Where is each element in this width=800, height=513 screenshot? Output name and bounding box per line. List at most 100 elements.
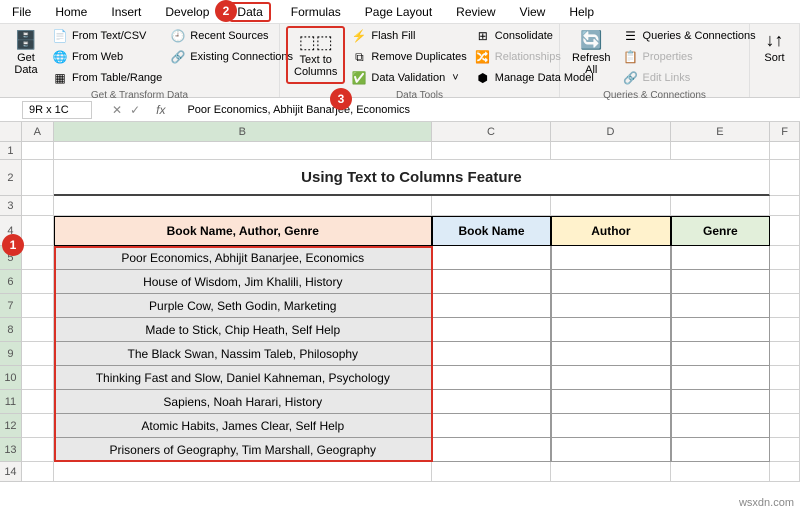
cell-f5[interactable] [770, 246, 800, 270]
from-table-range-button[interactable]: ▦From Table/Range [50, 68, 164, 88]
cell-e3[interactable] [671, 196, 771, 216]
remove-duplicates-button[interactable]: ⧉Remove Duplicates [349, 47, 468, 67]
menu-formulas[interactable]: Formulas [287, 3, 345, 21]
cell-e7[interactable] [671, 294, 771, 318]
row-num-12[interactable]: 12 [0, 414, 22, 438]
cell-c13[interactable] [432, 438, 551, 462]
row-num-7[interactable]: 7 [0, 294, 22, 318]
cell-b1[interactable] [54, 142, 432, 160]
row-num-14[interactable]: 14 [0, 462, 22, 482]
row-num-8[interactable]: 8 [0, 318, 22, 342]
cell-f10[interactable] [770, 366, 800, 390]
header-genre[interactable]: Genre [671, 216, 771, 246]
cell-d6[interactable] [551, 270, 670, 294]
cell-e1[interactable] [671, 142, 771, 160]
refresh-all-button[interactable]: 🔄 Refresh All [566, 26, 617, 80]
row-num-11[interactable]: 11 [0, 390, 22, 414]
cell-f2[interactable] [770, 160, 800, 196]
cell-d7[interactable] [551, 294, 670, 318]
data-cell-b7[interactable]: Purple Cow, Seth Godin, Marketing [54, 294, 432, 318]
cell-d3[interactable] [551, 196, 670, 216]
cell-f11[interactable] [770, 390, 800, 414]
col-header-b[interactable]: B [54, 122, 432, 141]
text-to-columns-button[interactable]: ⬚⬚ Text to Columns [286, 26, 345, 84]
cell-c9[interactable] [432, 342, 551, 366]
properties-button[interactable]: 📋Properties [621, 47, 758, 67]
cell-b14[interactable] [54, 462, 432, 482]
cell-c3[interactable] [432, 196, 551, 216]
cell-e9[interactable] [671, 342, 771, 366]
cell-c6[interactable] [432, 270, 551, 294]
cell-a3[interactable] [22, 196, 54, 216]
row-num-3[interactable]: 3 [0, 196, 22, 216]
header-author[interactable]: Author [551, 216, 670, 246]
cell-e13[interactable] [671, 438, 771, 462]
cell-a14[interactable] [22, 462, 54, 482]
queries-connections-button[interactable]: ☰Queries & Connections [621, 26, 758, 46]
cell-d10[interactable] [551, 366, 670, 390]
header-book-name[interactable]: Book Name [432, 216, 551, 246]
cell-c14[interactable] [432, 462, 551, 482]
cell-e6[interactable] [671, 270, 771, 294]
cell-c5[interactable] [432, 246, 551, 270]
cell-a9[interactable] [22, 342, 54, 366]
cell-a8[interactable] [22, 318, 54, 342]
sort-button[interactable]: ↓↑ Sort [755, 26, 795, 68]
cell-f7[interactable] [770, 294, 800, 318]
col-header-f[interactable]: F [770, 122, 800, 141]
menu-pagelayout[interactable]: Page Layout [361, 3, 436, 21]
data-cell-b13[interactable]: Prisoners of Geography, Tim Marshall, Ge… [54, 438, 432, 462]
cell-d8[interactable] [551, 318, 670, 342]
data-cell-b10[interactable]: Thinking Fast and Slow, Daniel Kahneman,… [54, 366, 432, 390]
cell-a12[interactable] [22, 414, 54, 438]
cell-a6[interactable] [22, 270, 54, 294]
menu-insert[interactable]: Insert [107, 3, 145, 21]
cell-e5[interactable] [671, 246, 771, 270]
title-cell[interactable]: Using Text to Columns Feature [54, 160, 770, 196]
cell-d1[interactable] [551, 142, 670, 160]
cell-f14[interactable] [770, 462, 800, 482]
cell-e11[interactable] [671, 390, 771, 414]
get-data-button[interactable]: 🗄️ Get Data [6, 26, 46, 80]
menu-file[interactable]: File [8, 3, 35, 21]
data-cell-b8[interactable]: Made to Stick, Chip Heath, Self Help [54, 318, 432, 342]
cell-c10[interactable] [432, 366, 551, 390]
cell-a4[interactable] [22, 216, 54, 246]
data-cell-b6[interactable]: House of Wisdom, Jim Khalili, History [54, 270, 432, 294]
cell-f9[interactable] [770, 342, 800, 366]
col-header-d[interactable]: D [551, 122, 670, 141]
existing-connections-button[interactable]: 🔗Existing Connections [168, 47, 295, 67]
row-num-6[interactable]: 6 [0, 270, 22, 294]
edit-links-button[interactable]: 🔗Edit Links [621, 68, 758, 88]
recent-sources-button[interactable]: 🕘Recent Sources [168, 26, 295, 46]
fx-cancel-icon[interactable]: ✕ [112, 103, 122, 117]
cell-f4[interactable] [770, 216, 800, 246]
name-box[interactable]: 9R x 1C [22, 101, 92, 119]
menu-review[interactable]: Review [452, 3, 499, 21]
formula-input[interactable]: Poor Economics, Abhijit Banarjee, Econom… [181, 102, 800, 118]
cell-c1[interactable] [432, 142, 551, 160]
cell-d9[interactable] [551, 342, 670, 366]
fx-confirm-icon[interactable]: ✓ [130, 103, 140, 117]
fx-icon[interactable]: fx [156, 103, 165, 117]
cell-a13[interactable] [22, 438, 54, 462]
row-num-13[interactable]: 13 [0, 438, 22, 462]
col-header-a[interactable]: A [22, 122, 54, 141]
cell-a11[interactable] [22, 390, 54, 414]
col-header-e[interactable]: E [671, 122, 771, 141]
cell-e14[interactable] [671, 462, 771, 482]
menu-help[interactable]: Help [565, 3, 598, 21]
row-num-10[interactable]: 10 [0, 366, 22, 390]
data-cell-b9[interactable]: The Black Swan, Nassim Taleb, Philosophy [54, 342, 432, 366]
cell-e12[interactable] [671, 414, 771, 438]
cell-a5[interactable] [22, 246, 54, 270]
cell-f12[interactable] [770, 414, 800, 438]
header-book-author-genre[interactable]: Book Name, Author, Genre [54, 216, 432, 246]
from-text-csv-button[interactable]: 📄From Text/CSV [50, 26, 164, 46]
cell-c8[interactable] [432, 318, 551, 342]
cell-a7[interactable] [22, 294, 54, 318]
flash-fill-button[interactable]: ⚡Flash Fill [349, 26, 468, 46]
cell-d13[interactable] [551, 438, 670, 462]
cell-f3[interactable] [770, 196, 800, 216]
cell-b3[interactable] [54, 196, 432, 216]
